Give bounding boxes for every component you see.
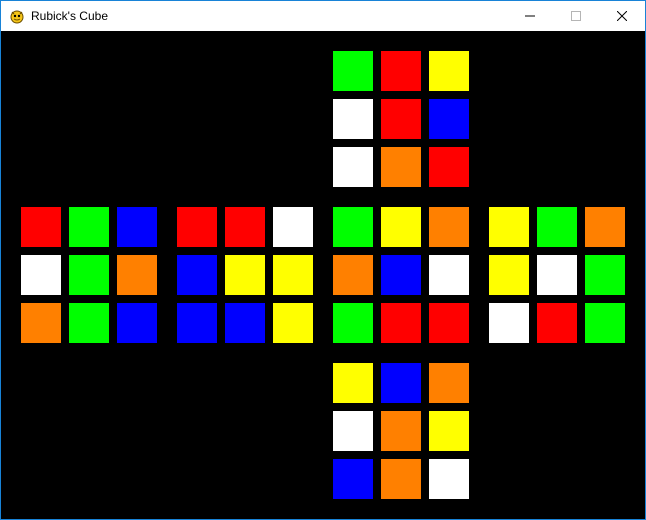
maximize-icon xyxy=(571,11,581,21)
sticker-top-0-1 xyxy=(381,51,421,91)
sticker-front-1-1 xyxy=(381,255,421,295)
cube-canvas[interactable] xyxy=(1,31,645,519)
sticker-bottom-1-0 xyxy=(333,411,373,451)
sticker-top-0-0 xyxy=(333,51,373,91)
minimize-button[interactable] xyxy=(507,1,553,31)
sticker-left-0-0 xyxy=(21,207,61,247)
sticker-top-1-2 xyxy=(429,99,469,139)
face-right xyxy=(489,207,625,343)
sticker-bottom-0-1 xyxy=(381,363,421,403)
sticker-back-1-2 xyxy=(273,255,313,295)
sticker-right-2-2 xyxy=(585,303,625,343)
maximize-button[interactable] xyxy=(553,1,599,31)
sticker-front-2-1 xyxy=(381,303,421,343)
sticker-front-2-0 xyxy=(333,303,373,343)
face-back xyxy=(177,207,313,343)
face-bottom xyxy=(333,363,469,499)
sticker-bottom-2-1 xyxy=(381,459,421,499)
sticker-left-2-2 xyxy=(117,303,157,343)
close-button[interactable] xyxy=(599,1,645,31)
sticker-right-1-1 xyxy=(537,255,577,295)
sticker-left-0-1 xyxy=(69,207,109,247)
sticker-back-2-1 xyxy=(225,303,265,343)
window-title: Rubick's Cube xyxy=(31,9,108,23)
face-top xyxy=(333,51,469,187)
sticker-top-2-1 xyxy=(381,147,421,187)
face-front xyxy=(333,207,469,343)
sticker-back-2-0 xyxy=(177,303,217,343)
sticker-right-0-0 xyxy=(489,207,529,247)
sticker-back-2-2 xyxy=(273,303,313,343)
sticker-front-0-2 xyxy=(429,207,469,247)
sticker-top-2-2 xyxy=(429,147,469,187)
pygame-snake-icon xyxy=(10,10,24,24)
sticker-right-2-1 xyxy=(537,303,577,343)
sticker-back-0-1 xyxy=(225,207,265,247)
sticker-back-1-0 xyxy=(177,255,217,295)
sticker-back-1-1 xyxy=(225,255,265,295)
sticker-back-0-0 xyxy=(177,207,217,247)
title-bar[interactable]: Rubick's Cube xyxy=(1,1,645,31)
sticker-back-0-2 xyxy=(273,207,313,247)
sticker-top-2-0 xyxy=(333,147,373,187)
sticker-right-2-0 xyxy=(489,303,529,343)
sticker-bottom-0-0 xyxy=(333,363,373,403)
sticker-right-1-0 xyxy=(489,255,529,295)
sticker-top-1-1 xyxy=(381,99,421,139)
sticker-bottom-2-0 xyxy=(333,459,373,499)
minimize-icon xyxy=(525,15,535,17)
sticker-left-2-1 xyxy=(69,303,109,343)
sticker-bottom-1-1 xyxy=(381,411,421,451)
sticker-front-0-1 xyxy=(381,207,421,247)
sticker-left-1-0 xyxy=(21,255,61,295)
sticker-left-2-0 xyxy=(21,303,61,343)
sticker-bottom-0-2 xyxy=(429,363,469,403)
sticker-left-0-2 xyxy=(117,207,157,247)
face-left xyxy=(21,207,157,343)
sticker-bottom-1-2 xyxy=(429,411,469,451)
sticker-left-1-2 xyxy=(117,255,157,295)
sticker-front-1-0 xyxy=(333,255,373,295)
sticker-front-2-2 xyxy=(429,303,469,343)
sticker-top-1-0 xyxy=(333,99,373,139)
sticker-right-0-2 xyxy=(585,207,625,247)
sticker-right-1-2 xyxy=(585,255,625,295)
sticker-front-1-2 xyxy=(429,255,469,295)
sticker-bottom-2-2 xyxy=(429,459,469,499)
app-window: Rubick's Cube xyxy=(0,0,646,520)
sticker-left-1-1 xyxy=(69,255,109,295)
sticker-right-0-1 xyxy=(537,207,577,247)
close-icon xyxy=(617,11,627,21)
sticker-top-0-2 xyxy=(429,51,469,91)
sticker-front-0-0 xyxy=(333,207,373,247)
